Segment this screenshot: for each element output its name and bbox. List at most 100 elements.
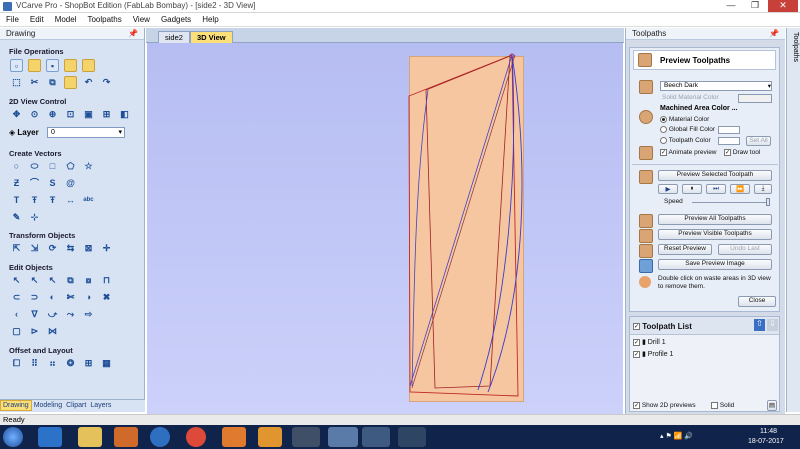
app-orange-icon[interactable] — [222, 427, 246, 447]
app-palette-icon[interactable] — [398, 427, 426, 447]
solid-checkbox[interactable] — [711, 402, 718, 409]
radio-material-row[interactable]: Material Color — [660, 116, 709, 123]
cut-icon[interactable]: ✂ — [28, 76, 41, 89]
offset-icon[interactable]: ⧠ — [10, 357, 23, 370]
move-up-icon[interactable]: ⇧ — [754, 319, 765, 331]
dimension-icon[interactable]: ↔ — [64, 194, 77, 207]
open-file-icon[interactable] — [28, 59, 41, 72]
abc-icon[interactable]: ᵃᵇᶜ — [82, 194, 95, 207]
intersect-icon[interactable]: ◐ — [46, 291, 59, 304]
menu-view[interactable]: View — [127, 13, 155, 24]
fillet-icon[interactable]: ‹ — [10, 308, 23, 321]
boolean-icon[interactable]: ◑ — [82, 291, 95, 304]
app-blue-icon[interactable] — [362, 427, 390, 447]
preview-selected-button[interactable]: Preview Selected Toolpath — [658, 170, 772, 181]
center-icon[interactable]: ✛ — [100, 242, 113, 255]
select-icon[interactable]: ↖ — [10, 274, 23, 287]
close-button[interactable]: Close — [738, 296, 776, 307]
move-icon[interactable]: ⇱ — [10, 242, 23, 255]
radio-toolpath-row[interactable]: Toolpath Color — [660, 137, 711, 144]
star-icon[interactable]: ☆ — [82, 160, 95, 173]
tab-layers[interactable]: Layers — [88, 401, 113, 410]
save-preview-image-button[interactable]: Save Preview Image — [658, 259, 772, 270]
radio-global[interactable] — [660, 126, 667, 133]
3d-viewport[interactable] — [147, 43, 623, 414]
subtract-icon[interactable]: ⊃ — [28, 291, 41, 304]
close-vector-icon[interactable]: ▢ — [10, 325, 23, 338]
spline-icon[interactable]: S — [46, 177, 59, 190]
text-icon[interactable]: T — [10, 194, 23, 207]
radio-toolpath[interactable] — [660, 137, 667, 144]
zoom-fit-icon[interactable]: ⊡ — [64, 108, 77, 121]
import-bitmap-icon[interactable] — [82, 59, 95, 72]
toolpath-list-checkbox[interactable]: ✓ — [633, 323, 640, 331]
tab-clipart[interactable]: Clipart — [64, 401, 88, 410]
radio-global-row[interactable]: Global Fill Color — [660, 126, 715, 133]
transform-edit-icon[interactable]: ↖ — [46, 274, 59, 287]
material-select[interactable]: Beech Dark ▾ — [660, 81, 772, 91]
set-all-button[interactable]: Set All — [746, 136, 771, 146]
arrow-icon[interactable]: ⇨ — [82, 308, 95, 321]
pin-icon[interactable]: 📌 — [128, 29, 138, 38]
menu-file[interactable]: File — [0, 13, 24, 24]
draw-icon[interactable]: ✎ — [10, 211, 23, 224]
drill-checkbox[interactable]: ✓ — [633, 338, 640, 346]
measure-icon[interactable]: ⊹ — [28, 211, 41, 224]
join-icon[interactable]: ⊓ — [100, 274, 113, 287]
smooth-icon[interactable]: ⤻ — [46, 308, 59, 321]
fast-forward-icon[interactable]: ⏩ — [730, 184, 750, 194]
new-file-icon[interactable]: ▫ — [10, 59, 23, 72]
show-2d-checkbox[interactable]: ✓ — [633, 402, 640, 409]
tab-3d-view[interactable]: 3D View — [190, 31, 233, 43]
zoom-selection-icon[interactable]: ▣ — [82, 108, 95, 121]
bridge-icon[interactable]: ⋈ — [46, 325, 59, 338]
tile-icon[interactable]: ▦ — [100, 357, 113, 370]
copy-icon[interactable]: ⧉ — [46, 76, 59, 89]
step-repeat-icon[interactable]: ⠶ — [46, 357, 59, 370]
pin-icon[interactable]: 📌 — [769, 29, 779, 38]
scale-icon[interactable]: ⇲ — [28, 242, 41, 255]
tab-drawing[interactable]: Drawing — [0, 400, 32, 411]
group-icon[interactable]: ⧉ — [64, 274, 77, 287]
show-2d-row[interactable]: ✓ Show 2D previews — [633, 402, 696, 409]
reset-preview-button[interactable]: Reset Preview — [658, 244, 712, 255]
tab-modeling[interactable]: Modeling — [32, 401, 64, 410]
undo-last-button[interactable]: Undo Last — [718, 244, 772, 255]
weld-icon[interactable]: ⊂ — [10, 291, 23, 304]
menu-model[interactable]: Model — [49, 13, 82, 24]
node-edit-icon[interactable]: ↖ — [28, 274, 41, 287]
animate-checkbox[interactable]: ✓ — [660, 149, 667, 156]
menu-toolpaths[interactable]: Toolpaths — [81, 13, 126, 24]
zoom-box-icon[interactable]: ⊙ — [28, 108, 41, 121]
import-vectors-icon[interactable] — [64, 59, 77, 72]
save-icon[interactable]: ▪ — [46, 59, 59, 72]
browser-icon[interactable] — [186, 427, 206, 447]
minimize-button[interactable]: — — [720, 0, 742, 12]
menu-edit[interactable]: Edit — [24, 13, 49, 24]
tray-icons[interactable]: ▴ ⚑ 📶 🔊 — [660, 432, 693, 440]
rotate-icon[interactable]: ⟳ — [46, 242, 59, 255]
curve-icon[interactable]: ⌒ — [28, 177, 41, 190]
spiral-icon[interactable]: @ — [64, 177, 77, 190]
toolpath-item-drill[interactable]: ✓ ▮ Drill 1 — [633, 338, 666, 346]
mirror-icon[interactable]: ⇆ — [64, 242, 77, 255]
circle-icon[interactable]: ○ — [10, 160, 23, 173]
profile-checkbox[interactable]: ✓ — [633, 350, 640, 358]
play-icon[interactable]: ▶ — [658, 184, 678, 194]
media-player-icon[interactable] — [114, 427, 138, 447]
polygon-icon[interactable]: ⬠ — [64, 160, 77, 173]
polyline-icon[interactable]: Ƶ — [10, 177, 23, 190]
ie-icon[interactable] — [38, 427, 62, 447]
menu-gadgets[interactable]: Gadgets — [155, 13, 196, 24]
nesting-icon[interactable]: ⊞ — [82, 357, 95, 370]
job-setup-icon[interactable]: ⬚ — [10, 76, 23, 89]
preview-visible-button[interactable]: Preview Visible Toolpaths — [658, 229, 772, 240]
redo-icon[interactable]: ↷ — [100, 76, 113, 89]
nudge-icon[interactable]: ⊳ — [28, 325, 41, 338]
text-on-curve-icon[interactable]: Ŧ — [46, 194, 59, 207]
solid-row[interactable]: Solid — [711, 402, 734, 409]
summary-icon[interactable]: ▤ — [767, 400, 777, 411]
toolpaths-side-tab[interactable]: Toolpaths — [786, 28, 800, 412]
preview-all-button[interactable]: Preview All Toolpaths — [658, 214, 772, 225]
trim-icon[interactable]: ✄ — [64, 291, 77, 304]
